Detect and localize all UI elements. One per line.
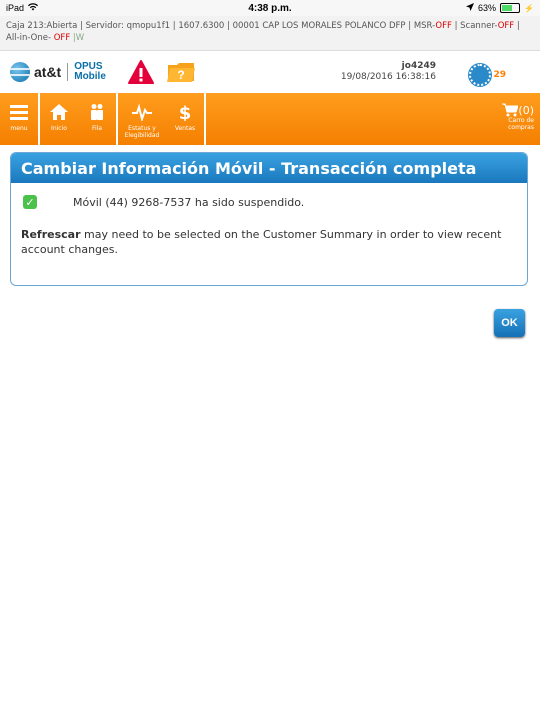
nav-group-home: Inicio Fila	[40, 93, 118, 145]
folder-help-icon[interactable]: ?	[166, 61, 196, 83]
refresh-note: Refrescar may need to be selected on the…	[11, 209, 527, 257]
att-opus-logo[interactable]: at&t OPUS Mobile	[10, 62, 106, 82]
nav-label-estatus: Estatus y Elegibilidad	[124, 125, 160, 139]
battery-icon	[500, 3, 521, 13]
scanner-status: OFF	[497, 21, 515, 31]
att-globe-icon	[10, 62, 30, 82]
nav-label-menu: menu	[10, 125, 28, 132]
status-left: iPad	[6, 3, 39, 13]
ios-status-bar: iPad 4:38 p.m. 63% ⚡	[0, 0, 540, 16]
notifications-badge[interactable]: 29	[469, 64, 506, 86]
app-name-line-2: Mobile	[74, 71, 106, 82]
dollar-icon: $	[179, 103, 192, 121]
session-info-text-2: | Scanner-	[451, 21, 498, 31]
home-icon	[50, 104, 68, 120]
nav-item-menu[interactable]: menu	[0, 93, 38, 145]
ok-button[interactable]: OK	[494, 309, 525, 337]
session-info-text: Caja 213:Abierta | Servidor: qmopu1f1 | …	[6, 21, 436, 31]
nav-item-ventas[interactable]: $ Ventas	[166, 93, 204, 145]
svg-text:?: ?	[177, 68, 184, 82]
brand-name: at&t	[34, 64, 62, 80]
refresh-note-text: may need to be selected on the Customer …	[21, 228, 502, 256]
msr-status: OFF	[435, 21, 452, 31]
status-right: 63% ⚡	[466, 3, 534, 13]
app-header: at&t OPUS Mobile ? jo4249 19/08/2016 16:…	[0, 51, 540, 93]
notification-gear-icon	[469, 64, 492, 86]
main-navbar: menu Inicio Fila Estatus y Elegibilidad …	[0, 93, 540, 145]
user-info: jo4249 19/08/2016 16:38:16	[341, 61, 436, 83]
nav-label-ventas: Ventas	[174, 125, 196, 132]
panel-title: Cambiar Información Móvil - Transacción …	[11, 153, 527, 183]
nav-group-sales: Estatus y Elegibilidad $ Ventas	[118, 93, 206, 145]
success-message: ✓ Móvil (44) 9268-7537 ha sido suspendid…	[11, 183, 527, 209]
nav-item-inicio[interactable]: Inicio	[40, 93, 78, 145]
cart-row: (0)	[494, 103, 534, 117]
user-id: jo4249	[401, 61, 436, 71]
battery-percent: 63%	[478, 3, 497, 13]
queue-icon	[91, 104, 103, 120]
check-icon: ✓	[23, 195, 37, 209]
session-info-bar: Caja 213:Abierta | Servidor: qmopu1f1 | …	[0, 16, 540, 51]
w-indicator: W	[75, 33, 85, 43]
session-datetime: 19/08/2016 16:38:16	[340, 72, 436, 82]
allinone-status: OFF	[53, 33, 71, 43]
svg-text:$: $	[179, 103, 192, 121]
menu-icon	[10, 105, 28, 120]
logo-divider	[67, 63, 69, 81]
refresh-note-bold: Refrescar	[21, 228, 81, 241]
charging-icon: ⚡	[524, 3, 534, 13]
location-icon	[466, 3, 475, 13]
alert-icon[interactable]	[127, 60, 154, 84]
cart-icon	[502, 103, 519, 117]
shopping-cart[interactable]: (0) Carro de compras	[494, 103, 534, 131]
nav-group-menu: menu	[0, 93, 40, 145]
nav-label-inicio: Inicio	[51, 125, 67, 132]
notification-count: 29	[493, 70, 506, 80]
wifi-icon	[28, 3, 39, 13]
nav-item-fila[interactable]: Fila	[78, 93, 116, 145]
success-message-text: Móvil (44) 9268-7537 ha sido suspendido.	[73, 195, 305, 209]
nav-item-estatus[interactable]: Estatus y Elegibilidad	[118, 93, 166, 145]
cart-label: Carro de compras	[508, 117, 534, 131]
app-name: OPUS Mobile	[74, 62, 106, 82]
status-time: 4:38 p.m.	[248, 2, 292, 14]
nav-label-fila: Fila	[91, 125, 103, 132]
cart-count: (0)	[518, 103, 534, 117]
pulse-icon	[132, 103, 152, 121]
transaction-panel: Cambiar Información Móvil - Transacción …	[10, 152, 528, 286]
device-label: iPad	[6, 3, 25, 13]
